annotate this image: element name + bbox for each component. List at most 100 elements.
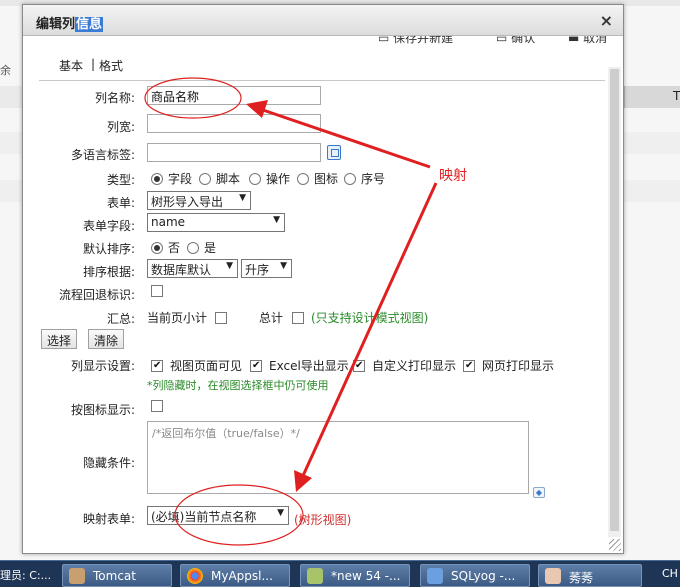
display-excel-export[interactable]: Excel导出显示 bbox=[250, 357, 349, 374]
radio-icon[interactable] bbox=[344, 172, 356, 185]
dialog-title: 编辑列信息 bbox=[36, 13, 104, 32]
default-sort-option-label: 是 bbox=[204, 241, 217, 255]
display-web-print[interactable]: 网页打印显示 bbox=[463, 357, 554, 374]
annotation-label: 映射 bbox=[439, 168, 467, 184]
radio-icon[interactable] bbox=[151, 172, 163, 185]
checkbox-icon[interactable] bbox=[353, 359, 365, 372]
type-option-icon[interactable]: 图标 bbox=[297, 170, 338, 187]
flow-back-checkbox[interactable] bbox=[151, 285, 163, 297]
default-sort-no[interactable]: 否 bbox=[151, 239, 180, 256]
resize-grip-icon[interactable] bbox=[609, 539, 621, 551]
tab-format[interactable]: 格式 bbox=[99, 57, 123, 74]
default-sort-option-label: 否 bbox=[168, 241, 181, 255]
background-left-label: 余 bbox=[0, 64, 11, 77]
column-width-input[interactable] bbox=[147, 114, 321, 133]
cancel-button[interactable]: ▬ 取消 bbox=[568, 36, 607, 46]
type-option-action[interactable]: 操作 bbox=[249, 170, 290, 187]
form-field-label: 表单字段: bbox=[82, 219, 135, 233]
dialog-scrollbar[interactable] bbox=[608, 67, 621, 537]
checkbox-icon[interactable] bbox=[151, 400, 163, 412]
type-option-script[interactable]: 脚本 bbox=[199, 170, 240, 187]
checkbox-icon[interactable] bbox=[250, 359, 262, 372]
flow-back-label: 流程回退标识: bbox=[58, 288, 135, 302]
save-new-label: 保存并新建 bbox=[393, 36, 454, 45]
chevron-down-icon: ▼ bbox=[273, 215, 280, 225]
checkbox-icon[interactable] bbox=[292, 311, 305, 324]
form-field-value: name bbox=[151, 215, 186, 229]
icon-display-checkbox[interactable] bbox=[151, 400, 163, 412]
type-option-label: 序号 bbox=[361, 172, 386, 186]
radio-icon[interactable] bbox=[199, 172, 211, 185]
avatar bbox=[545, 568, 561, 584]
column-width-label: 列宽: bbox=[106, 120, 135, 134]
page-subtotal-option[interactable]: 当前页小计 bbox=[147, 309, 228, 326]
taskbar-item-label: *new 54 -... bbox=[331, 569, 401, 583]
taskbar-item-chat[interactable]: 莠莠 bbox=[538, 564, 642, 587]
hide-condition-textarea[interactable]: /*返回布尔值（true/false）*/ bbox=[147, 421, 529, 494]
summary-label: 汇总: bbox=[106, 312, 135, 326]
type-option-field[interactable]: 字段 bbox=[151, 170, 192, 187]
display-settings-label: 列显示设置: bbox=[70, 359, 135, 373]
notepad-icon bbox=[307, 568, 323, 584]
select-button[interactable]: 选择 bbox=[41, 329, 78, 349]
sort-by-select[interactable]: 数据库默认 ▼ bbox=[147, 259, 238, 278]
form-field-select[interactable]: name ▼ bbox=[147, 213, 285, 232]
type-option-label: 字段 bbox=[168, 172, 193, 186]
language-picker-icon[interactable] bbox=[327, 145, 341, 160]
checkbox-icon[interactable] bbox=[215, 311, 228, 324]
close-icon[interactable]: × bbox=[600, 11, 613, 30]
default-sort-yes[interactable]: 是 bbox=[187, 239, 216, 256]
i18n-label-input[interactable] bbox=[147, 143, 321, 162]
radio-icon[interactable] bbox=[249, 172, 261, 185]
checkbox-icon[interactable] bbox=[151, 285, 163, 297]
edit-column-dialog: 编辑列信息 × ▭ 保存并新建 ▭ 确认 ▬ 取消 基本 | 格式 列名称: 商… bbox=[22, 4, 624, 554]
chevron-down-icon: ▼ bbox=[280, 261, 287, 271]
chevron-down-icon: ▼ bbox=[239, 193, 246, 203]
type-option-label: 图标 bbox=[314, 172, 339, 186]
display-option-label: 视图页面可见 bbox=[170, 359, 243, 373]
mapping-form-hint: (树形视图) bbox=[294, 513, 352, 527]
display-option-label: Excel导出显示 bbox=[269, 359, 349, 373]
confirm-button[interactable]: ▭ 确认 bbox=[496, 36, 535, 46]
type-option-label: 脚本 bbox=[216, 172, 241, 186]
confirm-label: 确认 bbox=[511, 36, 536, 45]
total-option[interactable]: 总计 bbox=[259, 309, 305, 326]
sort-order-select[interactable]: 升序 ▼ bbox=[241, 259, 292, 278]
taskbar-item-label: Tomcat bbox=[93, 569, 136, 583]
chevron-down-icon: ▼ bbox=[226, 261, 233, 271]
form-select[interactable]: 树形导入导出 ▼ bbox=[147, 191, 251, 210]
script-editor-icon[interactable]: ◆ bbox=[533, 487, 545, 498]
display-view-visible[interactable]: 视图页面可见 bbox=[151, 357, 242, 374]
scrollbar-thumb[interactable] bbox=[610, 69, 619, 531]
background-column-header-label: T bbox=[673, 89, 680, 103]
taskbar-item-browser[interactable]: MyAppsl... bbox=[180, 564, 290, 587]
windows-taskbar: 理员: C:... Tomcat MyAppsl... *new 54 -...… bbox=[0, 560, 680, 587]
radio-icon[interactable] bbox=[297, 172, 309, 185]
column-name-input[interactable]: 商品名称 bbox=[147, 86, 321, 105]
cancel-label: 取消 bbox=[583, 36, 608, 45]
taskbar-item-tomcat[interactable]: Tomcat bbox=[62, 564, 172, 587]
icon-display-label: 按图标显示: bbox=[70, 403, 135, 417]
taskbar-language-indicator[interactable]: CH bbox=[662, 567, 678, 580]
sqlyog-icon bbox=[427, 568, 443, 584]
checkbox-icon[interactable] bbox=[463, 359, 475, 372]
dialog-title-selected-text: 信息 bbox=[75, 17, 104, 32]
dialog-titlebar[interactable]: 编辑列信息 × bbox=[23, 5, 623, 36]
taskbar-left-text[interactable]: 理员: C:... bbox=[0, 567, 51, 583]
radio-icon[interactable] bbox=[151, 241, 163, 254]
clear-button[interactable]: 清除 bbox=[88, 329, 125, 349]
save-new-button[interactable]: ▭ 保存并新建 bbox=[378, 36, 453, 46]
type-option-index[interactable]: 序号 bbox=[344, 170, 385, 187]
tab-basic[interactable]: 基本 bbox=[59, 57, 83, 74]
sort-by-value: 数据库默认 bbox=[151, 263, 212, 277]
mapping-form-select[interactable]: (必填)当前节点名称 ▼ bbox=[147, 506, 289, 525]
taskbar-item-notepad[interactable]: *new 54 -... bbox=[300, 564, 410, 587]
radio-icon[interactable] bbox=[187, 241, 199, 254]
taskbar-item-label: SQLyog -... bbox=[451, 569, 516, 583]
page-subtotal-label: 当前页小计 bbox=[147, 311, 208, 325]
display-custom-print[interactable]: 自定义打印显示 bbox=[353, 357, 456, 374]
checkbox-icon[interactable] bbox=[151, 359, 163, 372]
taskbar-item-sqlyog[interactable]: SQLyog -... bbox=[420, 564, 530, 587]
tab-separator: | bbox=[91, 57, 96, 71]
taskbar-item-label: MyAppsl... bbox=[211, 569, 273, 583]
